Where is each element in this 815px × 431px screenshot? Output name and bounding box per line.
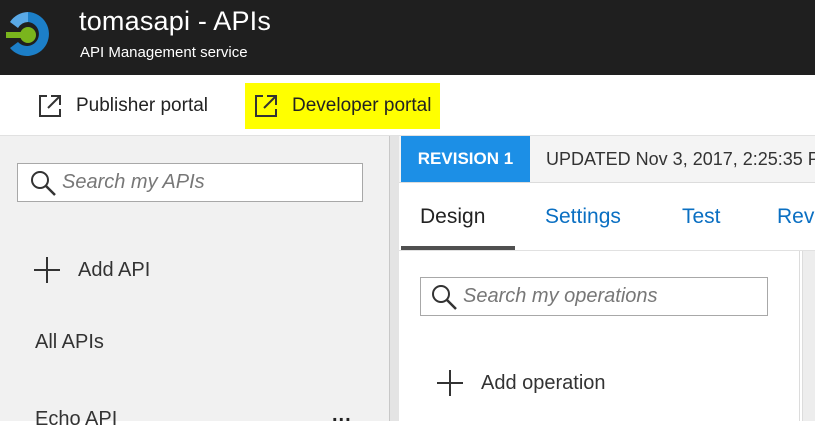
- revision-bar: REVISION 1 UPDATED Nov 3, 2017, 2:25:35 …: [399, 136, 815, 183]
- developer-portal-label: Developer portal: [292, 95, 432, 116]
- tab-design[interactable]: Design: [420, 205, 485, 229]
- api-list-panel: Add API All APIs Echo API ...: [0, 136, 389, 430]
- page-title: tomasapi - APIs: [79, 6, 272, 36]
- tab-settings[interactable]: Settings: [545, 205, 621, 229]
- all-apis-item[interactable]: All APIs: [35, 331, 104, 354]
- api-search-input[interactable]: [62, 171, 342, 194]
- api-detail-panel: REVISION 1 UPDATED Nov 3, 2017, 2:25:35 …: [399, 136, 815, 421]
- api-management-logo-icon: [6, 12, 49, 56]
- api-list-item[interactable]: Echo API: [35, 408, 117, 431]
- api-search-box: [17, 163, 363, 202]
- external-link-icon: [255, 95, 277, 117]
- publisher-portal-label: Publisher portal: [76, 95, 209, 116]
- app-header: tomasapi - APIs API Management service: [0, 0, 815, 75]
- updated-timestamp: UPDATED Nov 3, 2017, 2:25:35 P: [546, 149, 815, 169]
- search-icon: [432, 284, 457, 310]
- active-tab-indicator: [401, 246, 515, 250]
- operation-search-input[interactable]: [463, 285, 743, 308]
- tab-test[interactable]: Test: [682, 205, 721, 229]
- operation-detail-edge: [802, 251, 815, 421]
- publisher-portal-button[interactable]: Publisher portal: [32, 83, 212, 129]
- operation-search-box: [420, 277, 768, 316]
- tab-revisions[interactable]: Revi: [777, 205, 815, 229]
- command-bar: Publisher portal Developer portal: [0, 75, 815, 136]
- panel-splitter[interactable]: [389, 136, 399, 421]
- search-icon: [31, 170, 56, 196]
- plus-icon: [34, 257, 60, 283]
- add-operation-button[interactable]: Add operation: [436, 369, 606, 397]
- add-api-label: Add API: [78, 258, 151, 281]
- plus-icon: [437, 370, 463, 396]
- add-api-button[interactable]: Add API: [33, 256, 150, 284]
- page-subtitle: API Management service: [80, 44, 248, 61]
- more-options-icon[interactable]: ...: [332, 404, 352, 427]
- operations-panel: Add operation: [401, 251, 800, 421]
- tab-bar: Design Settings Test Revi: [399, 183, 815, 251]
- external-link-icon: [39, 95, 61, 117]
- add-operation-label: Add operation: [481, 371, 606, 394]
- revision-badge[interactable]: REVISION 1: [401, 136, 530, 182]
- developer-portal-button[interactable]: Developer portal: [245, 83, 441, 129]
